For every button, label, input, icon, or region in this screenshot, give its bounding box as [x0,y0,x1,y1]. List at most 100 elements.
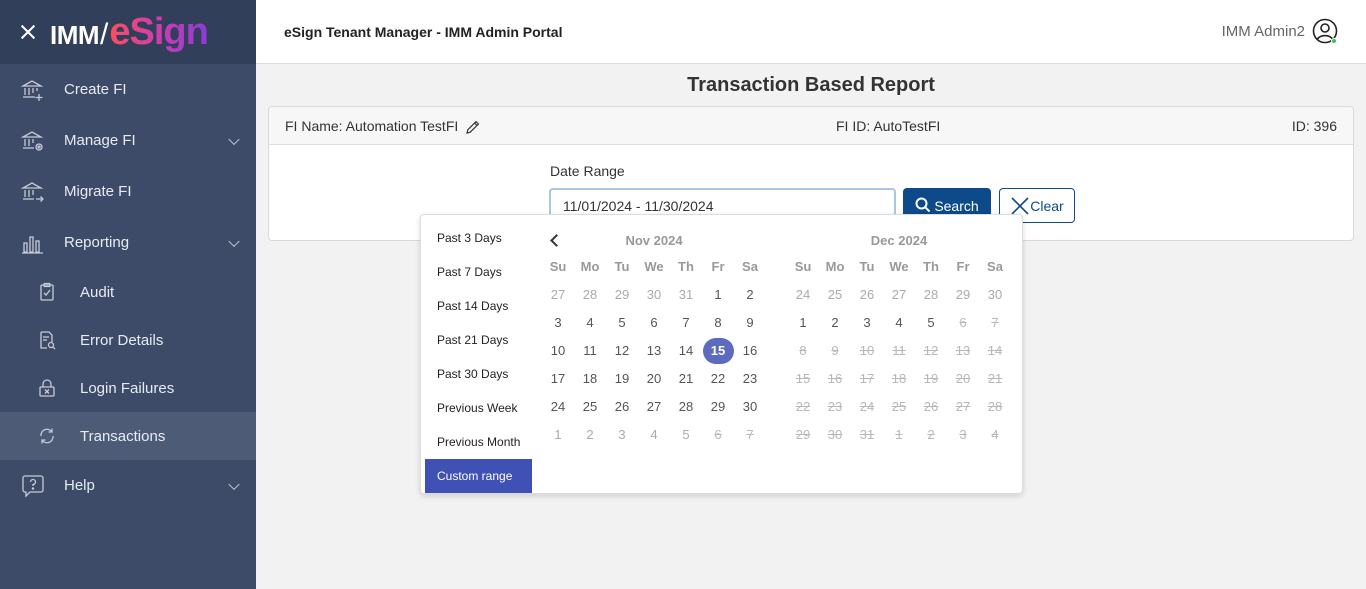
day-number: 8 [714,315,722,330]
calendar-day[interactable]: 3 [851,309,883,337]
calendar-day[interactable]: 2 [734,281,766,309]
month-label: Nov 2024 [625,233,683,248]
sidebar-item-reporting[interactable]: Reporting [0,217,256,268]
day-number: 19 [923,371,939,386]
calendar-day[interactable]: 6 [638,309,670,337]
calendar-day[interactable]: 18 [574,365,606,393]
sidebar-item-create-fi[interactable]: Create FI [0,64,256,115]
user-name[interactable]: IMM Admin2 [1222,23,1305,40]
calendar-day[interactable]: 26 [606,393,638,421]
calendar-day[interactable]: 4 [883,309,915,337]
calendar-day: 2 [915,421,947,449]
weekday-header: We [889,259,909,274]
calendar-day[interactable]: 30 [638,281,670,309]
calendar-day: 15 [787,365,819,393]
chevron-down-icon [228,133,240,145]
calendar-day[interactable]: 4 [574,309,606,337]
calendar-day[interactable]: 28 [670,393,702,421]
calendar-day[interactable]: 30 [979,281,1011,309]
calendar-day[interactable]: 23 [734,365,766,393]
day-number: 23 [742,371,758,386]
sidebar-item-help[interactable]: Help [0,460,256,511]
calendar-day-selected[interactable]: 15 [702,337,734,365]
calendar-day[interactable]: 19 [606,365,638,393]
fi-id: FI ID: AutoTestFI [836,118,941,134]
calendar-day[interactable]: 26 [851,281,883,309]
day-number: 30 [827,427,843,442]
calendar-day[interactable]: 29 [947,281,979,309]
range-past-3-days[interactable]: Past 3 Days [425,221,532,255]
calendar-left: Nov 2024 Su Mo Tu We Th Fr Sa 27 28 29 30 31 1 2 3 4 5 6 7… [542,229,766,449]
chevron-left-icon[interactable] [550,234,563,247]
calendar-day[interactable]: 8 [702,309,734,337]
calendar-day[interactable]: 1 [702,281,734,309]
sidebar-subitem-error-details[interactable]: Error Details [0,316,256,364]
calendar-day[interactable]: 21 [670,365,702,393]
day-number: 20 [646,371,662,386]
sidebar-subitem-audit[interactable]: Audit [0,268,256,316]
day-number: 15 [702,338,734,364]
calendar-day[interactable]: 27 [638,393,670,421]
calendar-day: 11 [883,337,915,365]
calendar-day[interactable]: 11 [574,337,606,365]
calendar-day[interactable]: 2 [819,309,851,337]
calendar-day[interactable]: 2 [574,421,606,449]
bank-plus-icon [20,77,46,103]
document-search-icon [36,329,58,351]
calendar-day[interactable]: 30 [734,393,766,421]
calendar-day[interactable]: 1 [542,421,574,449]
calendar-grid: Su Mo Tu We Th Fr Sa 27 28 29 30 31 1 2 3 4 5 6 7 8 9 10 11 12 1… [542,253,766,449]
calendar-day[interactable]: 3 [542,309,574,337]
calendar-day[interactable]: 14 [670,337,702,365]
calendar-day[interactable]: 17 [542,365,574,393]
calendar-day[interactable]: 1 [787,309,819,337]
calendar-day[interactable]: 4 [638,421,670,449]
range-past-14-days[interactable]: Past 14 Days [425,289,532,323]
calendar-day[interactable]: 9 [734,309,766,337]
calendar-day[interactable]: 29 [702,393,734,421]
calendar-day[interactable]: 31 [670,281,702,309]
day-number: 13 [955,343,971,358]
range-past-30-days[interactable]: Past 30 Days [425,357,532,391]
calendar-day[interactable]: 13 [638,337,670,365]
edit-pencil-icon[interactable] [465,119,481,135]
calendar-day[interactable]: 29 [606,281,638,309]
sidebar-item-manage-fi[interactable]: Manage FI [0,115,256,166]
calendar-day[interactable]: 7 [670,309,702,337]
calendar-day[interactable]: 28 [574,281,606,309]
range-previous-week[interactable]: Previous Week [425,391,532,425]
calendar-day: 25 [883,393,915,421]
calendar-day[interactable]: 25 [574,393,606,421]
range-custom[interactable]: Custom range [425,459,532,493]
day-number: 28 [923,287,939,302]
calendar-day[interactable]: 24 [542,393,574,421]
calendar-day[interactable]: 27 [883,281,915,309]
calendar-day[interactable]: 24 [787,281,819,309]
sidebar-subitem-transactions[interactable]: Transactions [0,412,256,460]
bar-chart-icon [20,230,46,256]
calendar-day[interactable]: 5 [915,309,947,337]
calendar-day[interactable]: 28 [915,281,947,309]
calendar-day[interactable]: 16 [734,337,766,365]
calendar-day[interactable]: 10 [542,337,574,365]
sidebar-item-migrate-fi[interactable]: Migrate FI [0,166,256,217]
range-past-7-days[interactable]: Past 7 Days [425,255,532,289]
close-menu-icon[interactable] [18,22,38,42]
day-number: 25 [891,399,907,414]
calendar-day[interactable]: 20 [638,365,670,393]
portal-title: eSign Tenant Manager - IMM Admin Portal [284,24,563,40]
range-previous-month[interactable]: Previous Month [425,425,532,459]
calendar-day[interactable]: 25 [819,281,851,309]
calendar-day[interactable]: 5 [606,309,638,337]
calendar-day[interactable]: 5 [670,421,702,449]
day-number: 6 [714,427,722,442]
range-past-21-days[interactable]: Past 21 Days [425,323,532,357]
calendar-day[interactable]: 22 [702,365,734,393]
calendar-day[interactable]: 27 [542,281,574,309]
calendar-day[interactable]: 12 [606,337,638,365]
calendar-day: 17 [851,365,883,393]
weekday-header: Mo [580,259,600,274]
sidebar-item-label: Migrate FI [64,183,132,200]
calendar-day[interactable]: 3 [606,421,638,449]
sidebar-subitem-login-failures[interactable]: Login Failures [0,364,256,412]
